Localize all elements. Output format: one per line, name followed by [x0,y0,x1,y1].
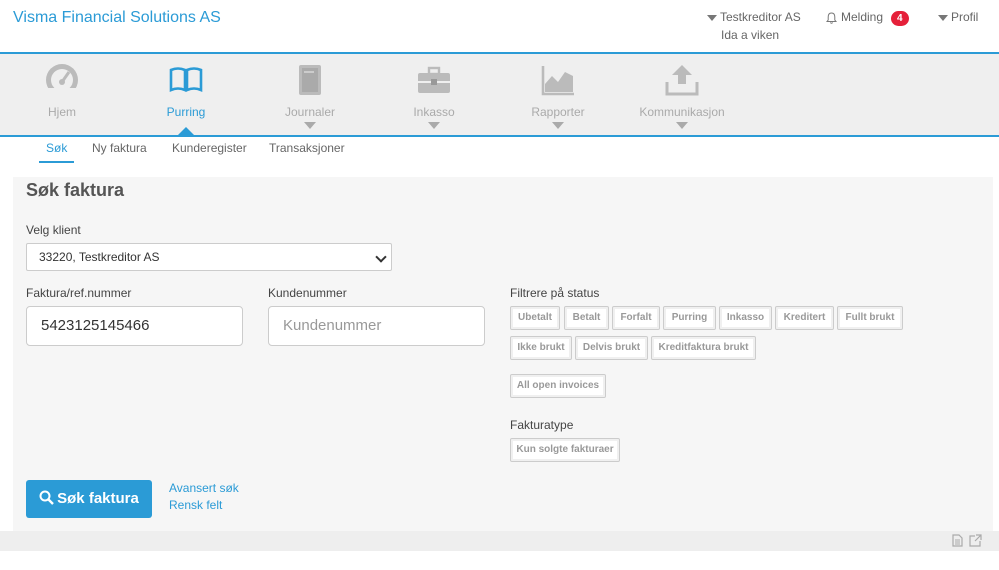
customer-number-input[interactable]: Kundenummer [268,306,485,346]
advanced-search-link[interactable]: Avansert søk [169,481,239,495]
active-indicator [178,127,194,135]
chart-icon [541,66,574,96]
profile-label: Profil [951,10,979,24]
messages-count-badge: 4 [891,11,909,26]
invoice-label: Faktura/ref.nummer [26,286,132,300]
journal-icon [299,65,321,95]
status-purring-button[interactable]: Purring [663,306,716,330]
document-icon[interactable] [952,534,963,547]
briefcase-icon [418,66,450,93]
user-name: Ida a viken [721,28,780,42]
chevron-down-icon [676,122,688,129]
nav-item-kommunikasjon[interactable]: Kommunikasjon [622,54,742,135]
chevron-down-icon [304,122,316,129]
messages-label: Melding [841,10,884,24]
subtab-kunderegister[interactable]: Kunderegister [172,141,247,161]
nav-label-rapporter: Rapporter [531,105,585,119]
messages-button[interactable]: Melding 4 [825,10,909,26]
status-fullt-brukt-button[interactable]: Fullt brukt [837,306,903,330]
page-title: Søk faktura [26,180,125,200]
creditor-menu[interactable]: Testkreditor AS Ida a viken [707,10,801,42]
search-button-label: Søk faktura [57,490,139,507]
upload-icon [665,65,699,96]
profile-menu[interactable]: Profil [938,10,978,24]
invoice-type-label: Fakturatype [510,418,574,432]
nav-label-inkasso: Inkasso [413,105,455,119]
status-filter-label: Filtrere på status [510,286,600,300]
book-icon [169,67,203,92]
search-panel: Søk faktura Velg klient 33220, Testkredi… [13,177,993,531]
brand-name[interactable]: Visma Financial Solutions AS [13,9,221,27]
customer-label: Kundenummer [268,286,347,300]
search-icon [39,490,54,505]
subtab-sok[interactable]: Søk [39,141,75,163]
status-kreditert-button[interactable]: Kreditert [775,306,834,330]
nav-item-hjem[interactable]: Hjem [2,54,122,135]
nav-item-rapporter[interactable]: Rapporter [498,54,618,135]
status-inkasso-button[interactable]: Inkasso [719,306,772,330]
nav-label-purring: Purring [166,105,206,119]
caret-down-icon [707,14,717,21]
status-kreditfaktura-brukt-button[interactable]: Kreditfaktura brukt [651,336,756,360]
clear-fields-link[interactable]: Rensk felt [169,498,222,512]
creditor-name: Testkreditor AS [720,10,801,24]
nav-label-kommunikasjon: Kommunikasjon [639,105,725,119]
all-open-invoices-button[interactable]: All open invoices [510,374,606,398]
nav-item-journaler[interactable]: Journaler [250,54,370,135]
nav-item-purring[interactable]: Purring [126,54,246,135]
search-invoice-button[interactable]: Søk faktura [26,480,152,518]
bell-icon [825,12,838,24]
sub-nav: Søk Ny faktura Kunderegister Transaksjon… [0,137,999,163]
client-select-value: 33220, Testkreditor AS [39,250,160,264]
chevron-down-icon [428,122,440,129]
status-forfalt-button[interactable]: Forfalt [612,306,660,330]
bottom-bar [0,531,999,551]
status-ikke-brukt-button[interactable]: Ikke brukt [510,336,572,360]
status-ubetalt-button[interactable]: Ubetalt [510,306,560,330]
client-select[interactable]: 33220, Testkreditor AS [26,243,392,271]
nav-label-journaler: Journaler [284,105,336,119]
invoice-number-input[interactable]: 5423125145466 [26,306,243,346]
dashboard-icon [44,64,80,98]
subtab-transaksjoner[interactable]: Transaksjoner [269,141,345,161]
top-bar: Visma Financial Solutions AS Testkredito… [0,0,999,54]
nav-item-inkasso[interactable]: Inkasso [374,54,494,135]
status-delvis-brukt-button[interactable]: Delvis brukt [575,336,648,360]
client-label: Velg klient [26,223,81,237]
chevron-down-icon [552,122,564,129]
external-link-icon[interactable] [969,534,982,547]
nav-label-hjem: Hjem [47,105,76,119]
sold-invoices-only-button[interactable]: Kun solgte fakturaer [510,438,620,462]
status-betalt-button[interactable]: Betalt [564,306,609,330]
caret-down-icon [938,14,948,21]
chevron-down-icon [375,251,387,263]
main-nav: Hjem Purring Journaler Inkasso Rapporter… [0,54,999,137]
subtab-ny-faktura[interactable]: Ny faktura [92,141,147,161]
